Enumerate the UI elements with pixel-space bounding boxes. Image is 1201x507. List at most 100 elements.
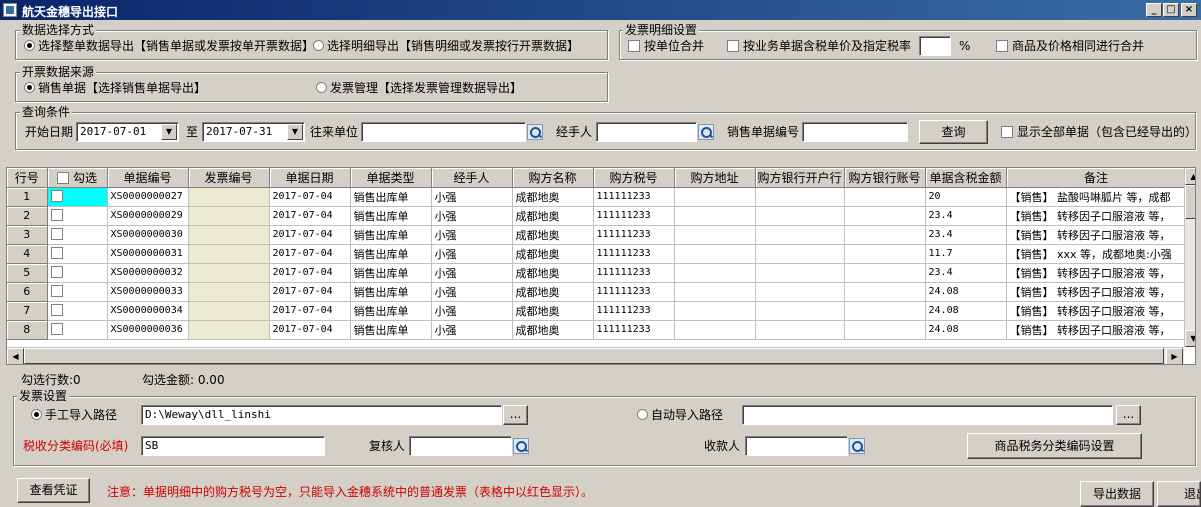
table-row[interactable]: 5 XS0000000032 2017-07-04 销售出库单 小强 成都地奥 111111… (7, 263, 1187, 283)
column-header[interactable]: 购方银行账号 (844, 168, 926, 188)
table-row[interactable]: 8 XS0000000036 2017-07-04 销售出库单 小强 成都地奥 111111… (7, 320, 1187, 340)
scroll-left-icon[interactable]: ◀ (7, 348, 24, 364)
search-icon[interactable] (527, 124, 543, 140)
cell-addr[interactable] (674, 301, 756, 321)
column-header[interactable]: 备注 (1006, 168, 1187, 188)
tax-rate-input[interactable] (919, 36, 951, 56)
cell-acct[interactable] (844, 244, 926, 264)
horizontal-scrollbar[interactable]: ◀ ▶ (7, 347, 1184, 364)
cell-bank[interactable] (755, 282, 845, 302)
cell-inv[interactable] (188, 206, 270, 226)
cell-acct[interactable] (844, 187, 926, 207)
cell-bank[interactable] (755, 320, 845, 340)
cell-handler[interactable]: 小强 (431, 301, 513, 321)
cell-type[interactable]: 销售出库单 (350, 263, 432, 283)
cell-amount[interactable]: 23.4 (925, 263, 1007, 283)
column-header[interactable]: 经手人 (431, 168, 513, 188)
cell-addr[interactable] (674, 282, 756, 302)
cell-tax[interactable]: 111111233 (593, 282, 675, 302)
cell-handler[interactable]: 小强 (431, 244, 513, 264)
cell-buyer[interactable]: 成都地奥 (512, 225, 594, 245)
search-icon[interactable] (849, 438, 865, 454)
cell-tax[interactable]: 111111233 (593, 187, 675, 207)
cell-doc[interactable]: XS0000000032 (107, 263, 189, 283)
view-voucher-button[interactable]: 查看凭证 (17, 478, 90, 503)
row-select-cell[interactable] (47, 206, 108, 226)
manual-path-radio[interactable]: 手工导入路径 (31, 407, 117, 423)
cell-addr[interactable] (674, 187, 756, 207)
cell-amount[interactable]: 11.7 (925, 244, 1007, 264)
scroll-thumb[interactable] (24, 348, 1164, 364)
cell-bank[interactable] (755, 301, 845, 321)
cell-type[interactable]: 销售出库单 (350, 244, 432, 264)
chevron-down-icon[interactable]: ▼ (287, 124, 303, 140)
cell-tax[interactable]: 111111233 (593, 244, 675, 264)
cell-doc[interactable]: XS0000000027 (107, 187, 189, 207)
cell-date[interactable]: 2017-07-04 (269, 225, 351, 245)
row-select-cell[interactable] (47, 320, 108, 340)
cell-inv[interactable] (188, 244, 270, 264)
cell-doc[interactable]: XS0000000030 (107, 225, 189, 245)
cell-handler[interactable]: 小强 (431, 187, 513, 207)
payee-input[interactable] (745, 436, 848, 456)
column-header[interactable]: 单据含税金额 (925, 168, 1007, 188)
cell-memo[interactable]: 【销售】 转移因子口服溶液 等， (1006, 206, 1187, 226)
cell-tax[interactable]: 111111233 (593, 301, 675, 321)
cell-memo[interactable]: 【销售】 转移因子口服溶液 等， (1006, 263, 1187, 283)
row-select-cell[interactable] (47, 225, 108, 245)
cell-buyer[interactable]: 成都地奥 (512, 301, 594, 321)
table-row[interactable]: 7 XS0000000034 2017-07-04 销售出库单 小强 成都地奥 111111… (7, 301, 1187, 321)
row-select-cell[interactable] (47, 282, 108, 302)
manual-path-input[interactable]: D:\Weway\dll_linshi (141, 405, 502, 425)
row-select-cell[interactable] (47, 301, 108, 321)
cell-addr[interactable] (674, 244, 756, 264)
auto-browse-button[interactable]: ... (1116, 405, 1141, 425)
cell-date[interactable]: 2017-07-04 (269, 244, 351, 264)
cell-handler[interactable]: 小强 (431, 282, 513, 302)
cell-amount[interactable]: 23.4 (925, 225, 1007, 245)
scroll-up-icon[interactable]: ▲ (1185, 168, 1195, 185)
column-header[interactable]: 购方税号 (593, 168, 675, 188)
cell-type[interactable]: 销售出库单 (350, 301, 432, 321)
cell-type[interactable]: 销售出库单 (350, 225, 432, 245)
merge-same-checkbox[interactable]: 商品及价格相同进行合并 (996, 38, 1144, 54)
cell-inv[interactable] (188, 187, 270, 207)
row-checkbox[interactable] (50, 266, 63, 278)
scroll-down-icon[interactable]: ▼ (1185, 330, 1195, 347)
cell-amount[interactable]: 20 (925, 187, 1007, 207)
column-header[interactable]: 购方名称 (512, 168, 594, 188)
cell-date[interactable]: 2017-07-04 (269, 206, 351, 226)
partner-input[interactable] (361, 122, 526, 142)
cell-addr[interactable] (674, 225, 756, 245)
cell-bank[interactable] (755, 206, 845, 226)
cell-memo[interactable]: 【销售】 转移因子口服溶液 等， (1006, 225, 1187, 245)
column-header[interactable]: 单据日期 (269, 168, 351, 188)
exit-button[interactable]: 退出 (1157, 481, 1201, 507)
cell-doc[interactable]: XS0000000029 (107, 206, 189, 226)
table-row[interactable]: 4 XS0000000031 2017-07-04 销售出库单 小强 成都地奥 111111… (7, 244, 1187, 264)
cell-tax[interactable]: 111111233 (593, 225, 675, 245)
cell-doc[interactable]: XS0000000031 (107, 244, 189, 264)
export-mode-option2[interactable]: 选择明细导出【销售明细或发票按行开票数据】 (313, 38, 579, 54)
cell-type[interactable]: 销售出库单 (350, 187, 432, 207)
select-all-checkbox[interactable] (56, 171, 69, 184)
cell-doc[interactable]: XS0000000034 (107, 301, 189, 321)
row-checkbox[interactable] (50, 323, 63, 335)
column-header[interactable]: 购方地址 (674, 168, 756, 188)
cell-inv[interactable] (188, 282, 270, 302)
cell-bank[interactable] (755, 225, 845, 245)
export-data-button[interactable]: 导出数据 (1080, 481, 1154, 507)
cell-handler[interactable]: 小强 (431, 320, 513, 340)
auto-path-radio[interactable]: 自动导入路径 (637, 407, 723, 423)
row-checkbox[interactable] (50, 209, 63, 221)
orders-grid[interactable]: 行号 勾选 单据编号 发票编号 单据日期 单据类型 经手人 购方名称 购方税号 购方地址 购方银行开… (6, 167, 1196, 365)
export-mode-option1[interactable]: 选择整单数据导出【销售单据或发票按单开票数据】 (24, 38, 314, 54)
cell-acct[interactable] (844, 263, 926, 283)
column-header[interactable]: 勾选 (47, 168, 108, 188)
cell-acct[interactable] (844, 206, 926, 226)
row-select-cell[interactable] (47, 244, 108, 264)
cell-addr[interactable] (674, 263, 756, 283)
table-row[interactable]: 1 XS0000000027 2017-07-04 销售出库单 小强 成都地奥 111111… (7, 187, 1187, 207)
auto-path-input[interactable] (742, 405, 1113, 425)
merge-by-unit-checkbox[interactable]: 按单位合并 (628, 38, 704, 54)
